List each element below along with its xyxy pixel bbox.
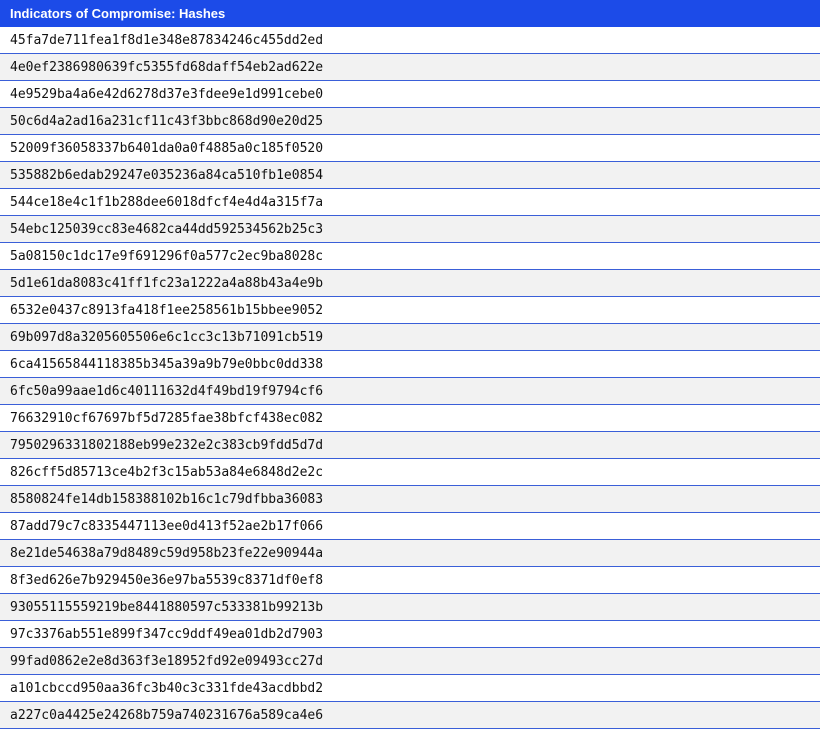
- table-row: 99fad0862e2e8d363f3e18952fd92e09493cc27d: [0, 647, 820, 675]
- table-row: 93055115559219be8441880597c533381b99213b: [0, 593, 820, 621]
- table-row: 8580824fe14db158388102b16c1c79dfbba36083: [0, 485, 820, 513]
- table-row: 7950296331802188eb99e232e2c383cb9fdd5d7d: [0, 431, 820, 459]
- table-row: 45fa7de711fea1f8d1e348e87834246c455dd2ed: [0, 26, 820, 54]
- hash-cell: 6ca41565844118385b345a39a9b79e0bbc0dd338: [0, 350, 820, 378]
- hash-cell: 54ebc125039cc83e4682ca44dd592534562b25c3: [0, 215, 820, 243]
- table-row: 8e21de54638a79d8489c59d958b23fe22e90944a: [0, 539, 820, 567]
- table-header-title: Indicators of Compromise: Hashes: [0, 0, 820, 27]
- hash-cell: 535882b6edab29247e035236a84ca510fb1e0854: [0, 161, 820, 189]
- table-row: 87add79c7c8335447113ee0d413f52ae2b17f066: [0, 512, 820, 540]
- table-row: a227c0a4425e24268b759a740231676a589ca4e6: [0, 701, 820, 729]
- table-row: 535882b6edab29247e035236a84ca510fb1e0854: [0, 161, 820, 189]
- table-row: 76632910cf67697bf5d7285fae38bfcf438ec082: [0, 404, 820, 432]
- table-row: 5d1e61da8083c41ff1fc23a1222a4a88b43a4e9b: [0, 269, 820, 297]
- hash-cell: 6532e0437c8913fa418f1ee258561b15bbee9052: [0, 296, 820, 324]
- hash-cell: 97c3376ab551e899f347cc9ddf49ea01db2d7903: [0, 620, 820, 648]
- table-row: 4e9529ba4a6e42d6278d37e3fdee9e1d991cebe0: [0, 80, 820, 108]
- header-row: Indicators of Compromise: Hashes: [0, 0, 820, 27]
- table-row: 69b097d8a3205605506e6c1cc3c13b71091cb519: [0, 323, 820, 351]
- hash-cell: 99fad0862e2e8d363f3e18952fd92e09493cc27d: [0, 647, 820, 675]
- hash-cell: 4e9529ba4a6e42d6278d37e3fdee9e1d991cebe0: [0, 80, 820, 108]
- hash-cell: 5a08150c1dc17e9f691296f0a577c2ec9ba8028c: [0, 242, 820, 270]
- table-row: 97c3376ab551e899f347cc9ddf49ea01db2d7903: [0, 620, 820, 648]
- table-head: Indicators of Compromise: Hashes: [0, 0, 820, 27]
- hash-cell: 8580824fe14db158388102b16c1c79dfbba36083: [0, 485, 820, 513]
- table-row: 6ca41565844118385b345a39a9b79e0bbc0dd338: [0, 350, 820, 378]
- hash-cell: 5d1e61da8083c41ff1fc23a1222a4a88b43a4e9b: [0, 269, 820, 297]
- table-row: a101cbccd950aa36fc3b40c3c331fde43acdbbd2: [0, 674, 820, 702]
- hash-cell: 87add79c7c8335447113ee0d413f52ae2b17f066: [0, 512, 820, 540]
- hash-cell: 69b097d8a3205605506e6c1cc3c13b71091cb519: [0, 323, 820, 351]
- hash-cell: 8e21de54638a79d8489c59d958b23fe22e90944a: [0, 539, 820, 567]
- table-row: 5a08150c1dc17e9f691296f0a577c2ec9ba8028c: [0, 242, 820, 270]
- hash-cell: a101cbccd950aa36fc3b40c3c331fde43acdbbd2: [0, 674, 820, 702]
- table-row: 826cff5d85713ce4b2f3c15ab53a84e6848d2e2c: [0, 458, 820, 486]
- ioc-hash-table: Indicators of Compromise: Hashes 45fa7de…: [0, 0, 820, 729]
- table-row: 8f3ed626e7b929450e36e97ba5539c8371df0ef8: [0, 566, 820, 594]
- hash-cell: 826cff5d85713ce4b2f3c15ab53a84e6848d2e2c: [0, 458, 820, 486]
- table-row: 6532e0437c8913fa418f1ee258561b15bbee9052: [0, 296, 820, 324]
- table-row: 544ce18e4c1f1b288dee6018dfcf4e4d4a315f7a: [0, 188, 820, 216]
- hash-cell: a227c0a4425e24268b759a740231676a589ca4e6: [0, 701, 820, 729]
- hash-cell: 6fc50a99aae1d6c40111632d4f49bd19f9794cf6: [0, 377, 820, 405]
- table-row: 50c6d4a2ad16a231cf11c43f3bbc868d90e20d25: [0, 107, 820, 135]
- hash-cell: 7950296331802188eb99e232e2c383cb9fdd5d7d: [0, 431, 820, 459]
- table-row: 6fc50a99aae1d6c40111632d4f49bd19f9794cf6: [0, 377, 820, 405]
- hash-cell: 93055115559219be8441880597c533381b99213b: [0, 593, 820, 621]
- table-row: 54ebc125039cc83e4682ca44dd592534562b25c3: [0, 215, 820, 243]
- hash-cell: 76632910cf67697bf5d7285fae38bfcf438ec082: [0, 404, 820, 432]
- table-row: 4e0ef2386980639fc5355fd68daff54eb2ad622e: [0, 53, 820, 81]
- table-body: 45fa7de711fea1f8d1e348e87834246c455dd2ed…: [0, 26, 820, 729]
- hash-cell: 8f3ed626e7b929450e36e97ba5539c8371df0ef8: [0, 566, 820, 594]
- table-row: 52009f36058337b6401da0a0f4885a0c185f0520: [0, 134, 820, 162]
- hash-cell: 544ce18e4c1f1b288dee6018dfcf4e4d4a315f7a: [0, 188, 820, 216]
- hash-cell: 52009f36058337b6401da0a0f4885a0c185f0520: [0, 134, 820, 162]
- hash-cell: 45fa7de711fea1f8d1e348e87834246c455dd2ed: [0, 26, 820, 54]
- hash-cell: 4e0ef2386980639fc5355fd68daff54eb2ad622e: [0, 53, 820, 81]
- hash-cell: 50c6d4a2ad16a231cf11c43f3bbc868d90e20d25: [0, 107, 820, 135]
